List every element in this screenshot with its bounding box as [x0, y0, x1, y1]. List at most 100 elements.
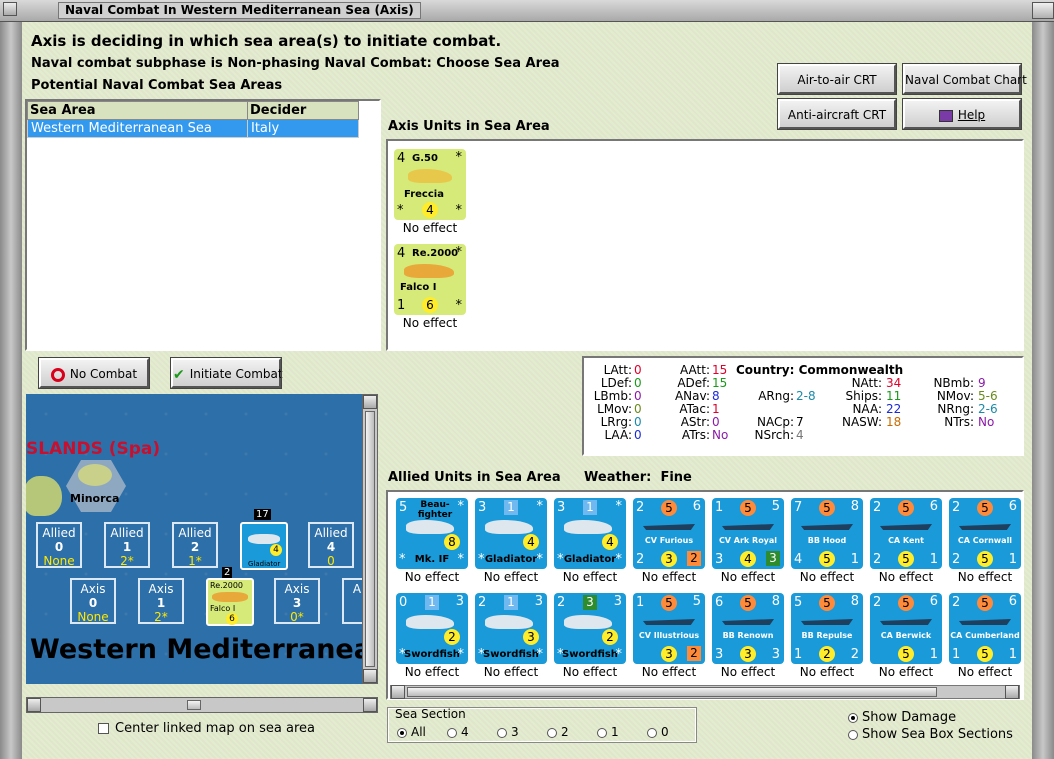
axis-unit-g50[interactable]: 4 G.50 * Freccia * 4 *: [394, 149, 466, 220]
map-sea-label: Western Mediterranea: [30, 634, 362, 665]
show-damage-radio[interactable]: Show Damage: [848, 710, 956, 725]
allied-unit[interactable]: 2 1 3 Swordfish * 3 *: [475, 593, 547, 664]
allied-stack-gladiator[interactable]: 4 Gladiator: [240, 522, 288, 570]
map-vscrollbar[interactable]: [362, 394, 378, 684]
radio-dot[interactable]: [848, 729, 858, 740]
allied-unit[interactable]: 5 * Beau-fighter Mk. IF * 8 *: [396, 498, 468, 569]
allied-unit[interactable]: 3 1 * Gladiator * 4 *: [475, 498, 547, 569]
radio-2[interactable]: 2: [547, 725, 569, 739]
unit-effect: No effect: [562, 570, 618, 584]
allied-unit[interactable]: 2 5 6 CA Cumberland 1 5 1: [949, 593, 1021, 664]
radio-dot[interactable]: [397, 727, 407, 738]
naval-combat-chart-button[interactable]: Naval Combat Chart: [902, 63, 1027, 95]
sea-section-group: Sea Section All 4 3 2 1 0: [387, 707, 697, 743]
initiate-combat-button[interactable]: ✔ Initiate Combat: [170, 357, 283, 389]
radio-dot[interactable]: [447, 727, 457, 738]
allied-unit[interactable]: 2 3 3 Swordfish * 2 *: [554, 593, 626, 664]
unit-top-left: 0: [399, 595, 408, 610]
air-to-air-crt-button[interactable]: Air-to-air CRT: [777, 63, 897, 95]
dialog-body: Axis is deciding in which sea area(s) to…: [22, 22, 1032, 759]
axis-box-3[interactable]: Axis 3 0*: [274, 578, 320, 624]
radio-dot[interactable]: [497, 727, 507, 738]
unit-bottom-left: 1: [952, 647, 961, 662]
box-sub: None: [43, 554, 75, 568]
unit-bottom-left: 1: [794, 647, 803, 662]
radio-dot[interactable]: [547, 727, 557, 738]
unit-top-right: 6: [1008, 594, 1017, 609]
radio-1[interactable]: 1: [597, 725, 619, 739]
radio-dot[interactable]: [597, 727, 607, 738]
scroll-down-icon[interactable]: [363, 669, 377, 683]
unit-value-box: 3: [766, 551, 780, 566]
allied-unit[interactable]: 1 5 5 CV Illustrious 3 2: [633, 593, 705, 664]
unit-name: G.50: [412, 153, 438, 164]
allied-unit[interactable]: 5 5 8 BB Repulse 1 2 2: [791, 593, 863, 664]
allied-box-1[interactable]: Allied 1 2*: [104, 522, 150, 568]
axis-box-1[interactable]: Axis 1 2*: [138, 578, 184, 624]
allied-box-0[interactable]: Allied 0 None: [36, 522, 82, 568]
anti-aircraft-crt-button[interactable]: Anti-aircraft CRT: [777, 98, 897, 130]
table-row[interactable]: Western Mediterranean Sea Italy: [27, 119, 359, 138]
allied-unit[interactable]: 2 5 6 CA Kent 2 5 1: [870, 498, 942, 569]
unit-star: *: [615, 552, 623, 567]
radio-3[interactable]: 3: [497, 725, 519, 739]
unit-range: *: [397, 203, 404, 218]
allied-unit[interactable]: 6 5 8 BB Renown 3 3 3: [712, 593, 784, 664]
axis-box-4-partial[interactable]: A: [342, 578, 362, 624]
linked-map[interactable]: SLANDS (Spa) Minorca Allied 0 None Allied 1…: [26, 394, 362, 684]
close-icon[interactable]: [1032, 2, 1054, 19]
radio-dot[interactable]: [647, 727, 657, 738]
scroll-thumb[interactable]: [365, 411, 375, 667]
axis-box-0[interactable]: Axis 0 None: [70, 578, 116, 624]
col-sea-area[interactable]: Sea Area: [27, 101, 248, 120]
allied-box-4[interactable]: Allied 4 0: [308, 522, 354, 568]
scroll-up-icon[interactable]: [363, 395, 377, 409]
radio-4[interactable]: 4: [447, 725, 469, 739]
stat-value: 4: [796, 428, 804, 442]
center-linked-checkbox[interactable]: Center linked map on sea area: [98, 721, 315, 736]
axis-unit-re2000[interactable]: 4 Re.2000 * Falco I 1 6 *: [394, 244, 466, 315]
scroll-left-icon[interactable]: [391, 685, 405, 699]
unit-bottom-right: 1: [1008, 647, 1017, 662]
allied-box-2[interactable]: Allied 2 1*: [172, 522, 218, 568]
unit-name: CV Illustrious: [638, 631, 700, 640]
stack-value: 4: [270, 544, 282, 556]
unit-bottom-left: 2: [873, 552, 882, 567]
allied-unit[interactable]: 0 1 3 Swordfish * 2 *: [396, 593, 468, 664]
no-combat-button[interactable]: No Combat: [38, 357, 150, 389]
unit-star: *: [399, 552, 406, 567]
sea-areas-heading: Potential Naval Combat Sea Areas: [31, 78, 283, 93]
allied-hscrollbar[interactable]: [390, 685, 1020, 699]
initiate-combat-label: Initiate Combat: [189, 367, 283, 381]
help-button[interactable]: Help: [902, 98, 1022, 130]
radio-0[interactable]: 0: [647, 725, 669, 739]
unit-top-right: 5: [771, 499, 780, 514]
scroll-left-icon[interactable]: [27, 698, 41, 712]
radio-dot[interactable]: [848, 712, 858, 723]
weather-value: Fine: [660, 470, 692, 485]
scroll-thumb[interactable]: [187, 700, 201, 710]
radio-all[interactable]: All: [397, 725, 426, 739]
allied-unit[interactable]: 2 5 6 CA Cornwall 2 5 1: [949, 498, 1021, 569]
box-number: 1: [122, 540, 132, 554]
axis-stack-re2000[interactable]: Re.2000 Falco I 6: [206, 578, 254, 626]
unit-effect: No effect: [878, 570, 934, 584]
scroll-right-icon[interactable]: [363, 698, 377, 712]
title-bar: Naval Combat In Western Mediterranean Se…: [0, 0, 1054, 22]
aircraft-icon: [485, 520, 533, 534]
show-sections-radio[interactable]: Show Sea Box Sections: [848, 727, 1013, 742]
col-decider[interactable]: Decider: [247, 101, 359, 120]
unit-defense: 5: [819, 551, 835, 567]
unit-star: *: [457, 552, 465, 567]
scroll-right-icon[interactable]: [1005, 685, 1019, 699]
allied-unit[interactable]: 2 5 6 CV Furious 2 3 2: [633, 498, 705, 569]
allied-unit[interactable]: 7 5 8 BB Hood 4 5 1: [791, 498, 863, 569]
allied-unit[interactable]: 2 5 6 CA Berwick 5 1: [870, 593, 942, 664]
allied-unit[interactable]: 3 1 * Gladiator * 4 *: [554, 498, 626, 569]
scroll-thumb[interactable]: [407, 687, 937, 697]
map-hscrollbar[interactable]: [26, 697, 378, 713]
allied-unit[interactable]: 1 5 5 CV Ark Royal 3 4 3: [712, 498, 784, 569]
cell-area: Western Mediterranean Sea: [27, 119, 248, 138]
window-menu-icon[interactable]: [3, 2, 17, 16]
checkbox-box[interactable]: [98, 723, 109, 734]
